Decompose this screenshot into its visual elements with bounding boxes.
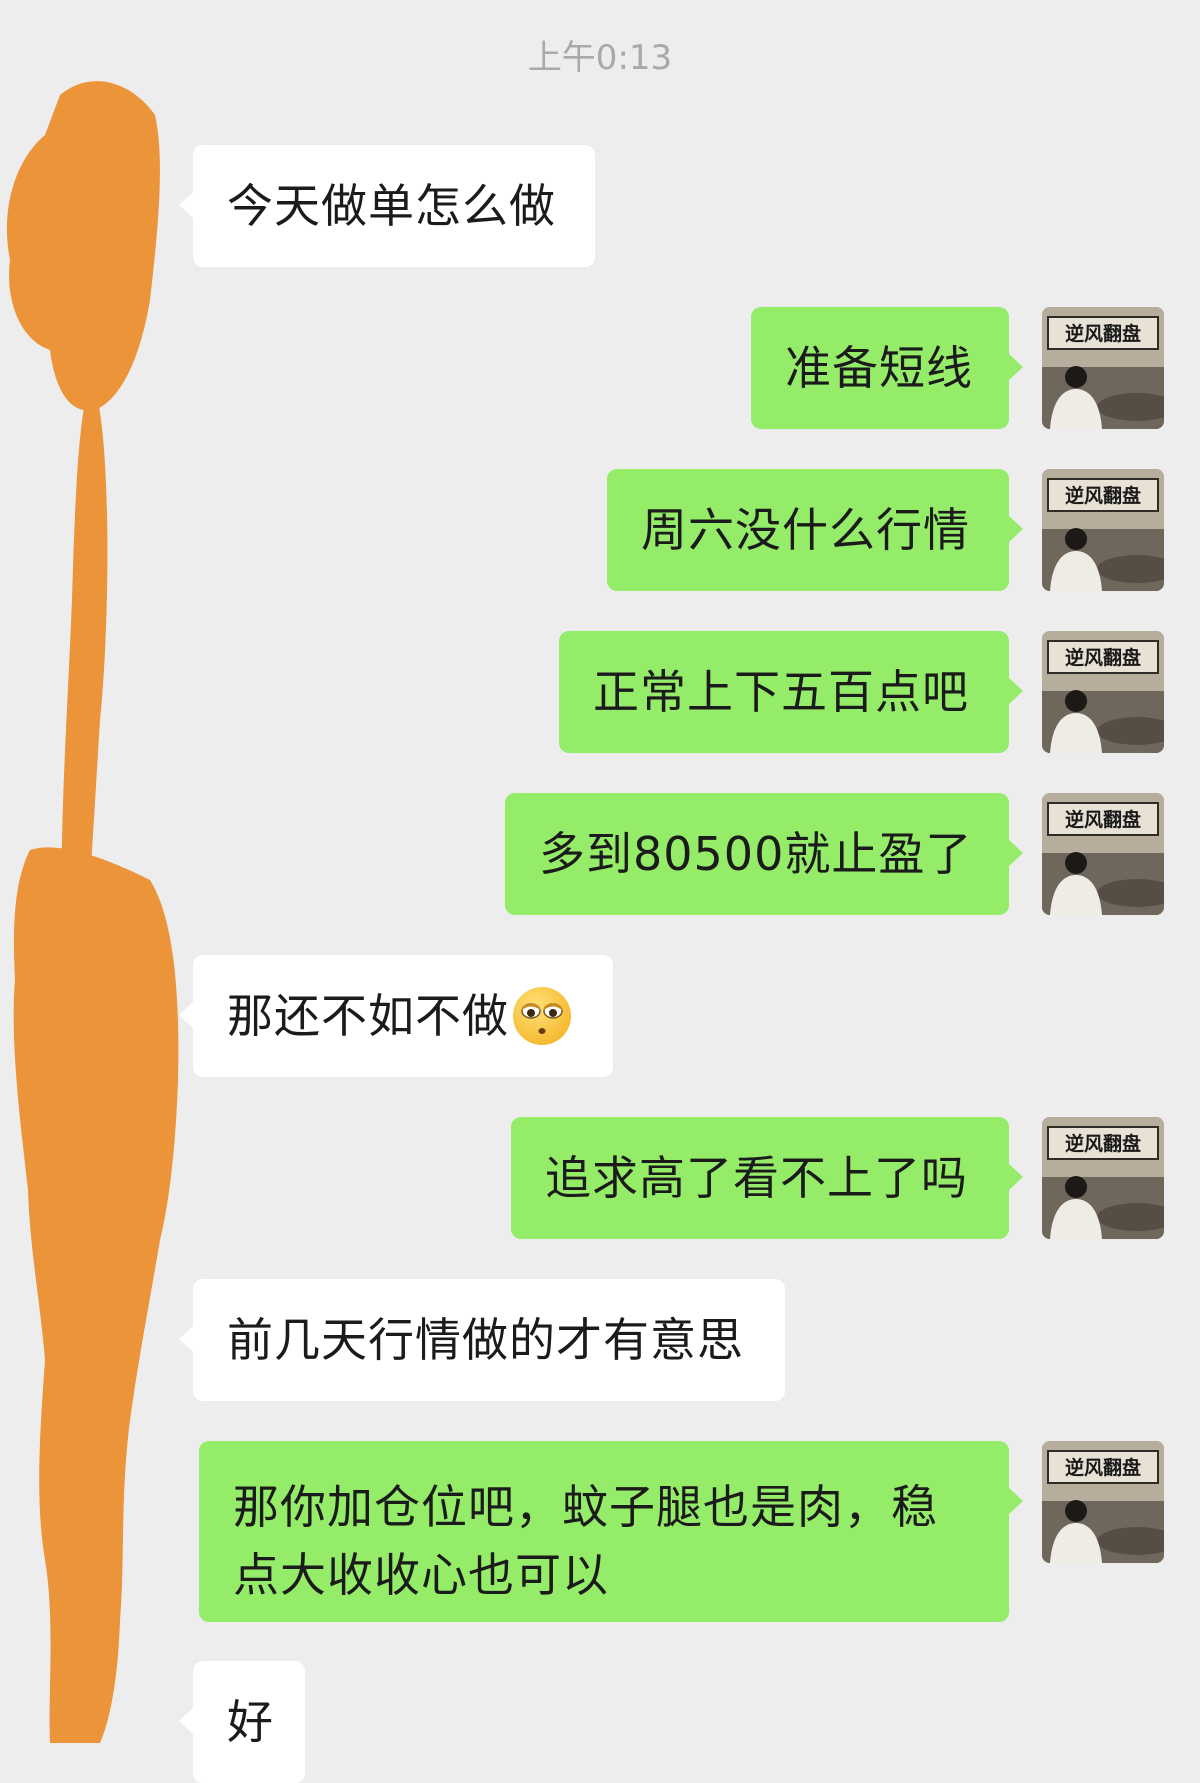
outgoing-message[interactable]: 追求高了看不上了吗 — [511, 1117, 1023, 1239]
message-text: 多到80500就止盈了 — [539, 827, 973, 881]
chat-view: 上午0:13 今天做单怎么做 准备短线 逆风翻盘 周六没什么行情 逆风翻盘 正常… — [0, 0, 1200, 1783]
incoming-message[interactable]: 那还不如不做 — [179, 955, 613, 1077]
incoming-message[interactable]: 前几天行情做的才有意思 — [179, 1279, 785, 1401]
outgoing-message[interactable]: 正常上下五百点吧 — [559, 631, 1023, 753]
outgoing-message[interactable]: 多到80500就止盈了 — [505, 793, 1023, 915]
message-text: 前几天行情做的才有意思 — [227, 1313, 744, 1367]
message-text: 那你加仓位吧，蚊子腿也是肉，稳点大收收心也可以 — [233, 1480, 938, 1602]
user-avatar[interactable]: 逆风翻盘 — [1042, 1117, 1164, 1239]
avatar-caption: 逆风翻盘 — [1065, 646, 1141, 669]
outgoing-message[interactable]: 准备短线 — [751, 307, 1023, 429]
message-text: 好 — [227, 1695, 274, 1749]
avatar-caption: 逆风翻盘 — [1065, 808, 1141, 831]
message-text: 正常上下五百点吧 — [593, 665, 969, 719]
user-avatar[interactable]: 逆风翻盘 — [1042, 469, 1164, 591]
incoming-message[interactable]: 今天做单怎么做 — [179, 145, 595, 267]
user-avatar[interactable]: 逆风翻盘 — [1042, 631, 1164, 753]
redaction-scribble — [6, 81, 179, 1743]
outgoing-message[interactable]: 周六没什么行情 — [607, 469, 1023, 591]
avatar-caption: 逆风翻盘 — [1065, 1456, 1141, 1479]
rolling-eyes-emoji — [511, 985, 573, 1047]
incoming-message[interactable]: 好 — [179, 1661, 305, 1783]
message-text: 追求高了看不上了吗 — [545, 1151, 968, 1205]
avatar-caption: 逆风翻盘 — [1065, 1132, 1141, 1155]
avatar-caption: 逆风翻盘 — [1065, 322, 1141, 345]
user-avatar[interactable]: 逆风翻盘 — [1042, 793, 1164, 915]
message-timestamp: 上午0:13 — [527, 38, 673, 78]
user-avatar[interactable]: 逆风翻盘 — [1042, 307, 1164, 429]
message-text: 准备短线 — [785, 341, 973, 395]
message-text: 今天做单怎么做 — [227, 179, 556, 233]
avatar-caption: 逆风翻盘 — [1065, 484, 1141, 507]
user-avatar[interactable]: 逆风翻盘 — [1042, 1441, 1164, 1563]
message-text: 周六没什么行情 — [641, 503, 970, 557]
outgoing-message[interactable]: 那你加仓位吧，蚊子腿也是肉，稳点大收收心也可以 — [199, 1441, 1023, 1622]
message-text: 那还不如不做 — [227, 989, 509, 1043]
